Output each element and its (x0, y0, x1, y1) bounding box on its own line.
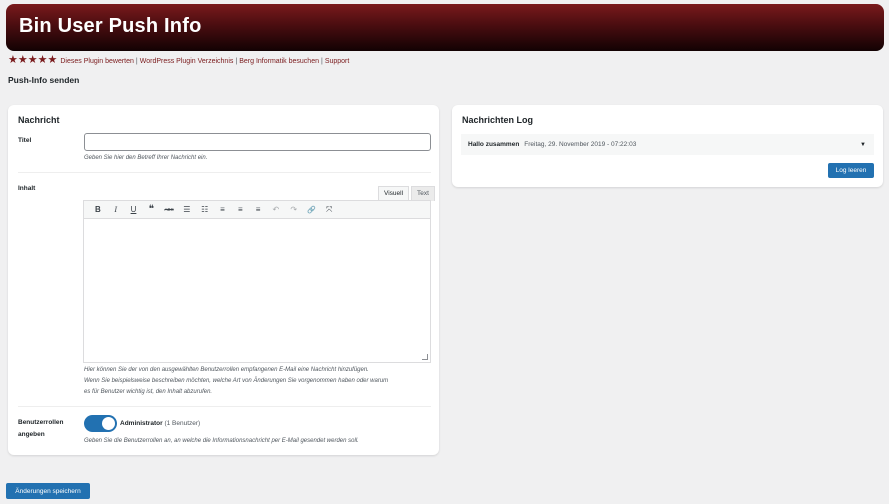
wordpress-directory-link[interactable]: WordPress Plugin Verzeichnis (140, 58, 234, 65)
redo-icon[interactable]: ↷ (285, 203, 303, 217)
roles-label: Benutzerrollen angeben (18, 419, 64, 438)
log-entry-title: Hallo zusammen (468, 141, 520, 148)
content-editor[interactable] (83, 219, 431, 363)
plugin-title: Bin User Push Info (19, 15, 202, 37)
content-hint: Hier können Sie der von den ausgewählten… (84, 367, 389, 395)
title-label: Titel (18, 137, 32, 144)
star-icon: ★ (37, 54, 48, 66)
editor-toolbar: B I U ❝ ABC ☰ ☷ ≡ ≡ ≡ ↶ ↷ 🔗 ⤧ (83, 200, 431, 219)
star-icon: ★ (27, 54, 38, 66)
plugin-header: Bin User Push Info (6, 4, 884, 51)
tab-text[interactable]: Text (411, 186, 435, 201)
content-label: Inhalt (18, 185, 36, 192)
bold-icon[interactable]: B (89, 203, 107, 217)
log-card: Nachrichten Log Hallo zusammen Freitag, … (452, 105, 883, 187)
log-entry-date: Freitag, 29. November 2019 - 07:22:03 (524, 141, 637, 148)
message-card: Nachricht Titel Geben Sie hier den Betre… (8, 105, 439, 455)
divider (18, 406, 431, 407)
title-input[interactable] (84, 133, 431, 151)
blockquote-icon[interactable]: ❝ (142, 203, 160, 217)
support-link[interactable]: Support (325, 58, 350, 65)
editor-tabs: Visuell Text (376, 186, 435, 201)
berg-informatik-link[interactable]: Berg Informatik besuchen (239, 58, 319, 65)
align-center-icon[interactable]: ≡ (231, 203, 249, 217)
align-left-icon[interactable]: ≡ (214, 203, 232, 217)
tab-visual[interactable]: Visuell (378, 186, 410, 201)
log-entry[interactable]: Hallo zusammen Freitag, 29. November 201… (461, 134, 874, 155)
chevron-down-icon[interactable]: ▼ (860, 142, 866, 148)
page-subtitle: Push-Info senden (8, 75, 80, 85)
toggle-knob (102, 417, 115, 430)
plugin-links: Dieses Plugin bewerten | WordPress Plugin … (60, 58, 350, 65)
strikethrough-icon[interactable]: ABC (160, 203, 178, 217)
resize-handle[interactable] (422, 354, 428, 360)
divider (18, 172, 431, 173)
rating-stars[interactable]: ★ ★ ★ ★ ★ (8, 55, 57, 66)
link-icon[interactable]: 🔗 (303, 203, 321, 217)
star-icon: ★ (17, 54, 28, 66)
role-toggle-label: Administrator (1 Benutzer) (120, 420, 201, 427)
clear-log-button[interactable]: Log leeren (828, 163, 874, 178)
save-button[interactable]: Änderungen speichern (6, 483, 90, 499)
star-icon: ★ (47, 54, 58, 66)
message-card-heading: Nachricht (18, 115, 60, 125)
plugin-links-row: ★ ★ ★ ★ ★ Dieses Plugin bewerten | WordPre… (8, 55, 349, 66)
bullet-list-icon[interactable]: ☰ (178, 203, 196, 217)
align-right-icon[interactable]: ≡ (249, 203, 267, 217)
roles-hint: Geben Sie die Benutzerrollen an, an welc… (84, 438, 359, 444)
italic-icon[interactable]: I (107, 203, 125, 217)
fullscreen-icon[interactable]: ⤧ (320, 203, 338, 217)
numbered-list-icon[interactable]: ☷ (196, 203, 214, 217)
undo-icon[interactable]: ↶ (267, 203, 285, 217)
star-icon: ★ (8, 54, 18, 66)
title-hint: Geben Sie hier den Betreff Ihrer Nachric… (84, 155, 208, 161)
role-toggle[interactable] (84, 415, 117, 432)
underline-icon[interactable]: U (125, 203, 143, 217)
rate-plugin-link[interactable]: Dieses Plugin bewerten (60, 58, 134, 65)
log-card-heading: Nachrichten Log (462, 115, 534, 125)
